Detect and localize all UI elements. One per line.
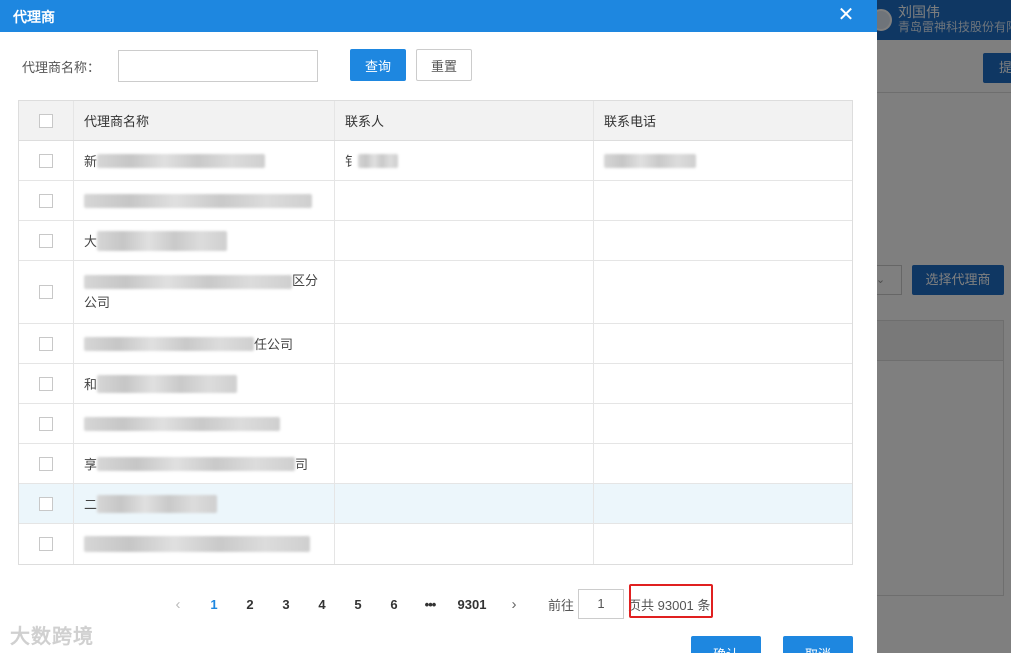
table-header: 代理商名称 联系人 联系电话 — [19, 101, 852, 141]
page-button-6[interactable]: 6 — [376, 597, 412, 612]
row-checkbox[interactable] — [39, 336, 53, 351]
table-row[interactable]: 区分 公司 — [19, 261, 852, 324]
watermark-text: 大数跨境 — [10, 626, 94, 648]
table-row[interactable]: 享司 — [19, 444, 852, 484]
select-all-cell — [19, 101, 74, 140]
table-row[interactable]: 任公司 — [19, 324, 852, 364]
goto-page-input[interactable]: 1 — [578, 589, 625, 619]
search-bar: 代理商名称： 查询 重置 — [0, 48, 877, 82]
agent-name-text: 新 — [84, 154, 98, 169]
page-button-last[interactable]: 9301 — [448, 597, 496, 612]
redacted-text — [97, 153, 266, 168]
table-row[interactable]: 大 — [19, 221, 852, 261]
agent-name-text: 任公司 — [254, 337, 294, 352]
table-row[interactable]: 二 — [19, 484, 852, 524]
row-checkbox[interactable] — [39, 537, 53, 551]
goto-label: 前往 — [548, 597, 575, 613]
column-header-phone: 联系电话 — [604, 114, 657, 129]
agent-name-text: 大 — [84, 234, 98, 249]
table-row[interactable] — [19, 404, 852, 444]
column-header-agent-name: 代理商名称 — [74, 101, 335, 140]
cancel-button[interactable]: 取消 — [783, 636, 853, 653]
redacted-text — [97, 374, 238, 393]
agent-name-text-line2: 公司 — [84, 295, 111, 310]
agent-name-label: 代理商名称： — [22, 60, 101, 75]
agent-name-input[interactable] — [118, 50, 318, 82]
more-pages-button[interactable]: ••• — [412, 597, 448, 612]
row-checkbox[interactable] — [39, 153, 53, 168]
row-checkbox[interactable] — [39, 233, 53, 248]
table-row[interactable] — [19, 181, 852, 221]
query-button[interactable]: 查询 — [350, 49, 406, 81]
redacted-text — [84, 336, 254, 351]
row-checkbox[interactable] — [39, 416, 53, 431]
page-button-1[interactable]: 1 — [196, 597, 232, 612]
redacted-text — [97, 494, 218, 513]
close-icon[interactable]: ✕ — [836, 5, 856, 25]
page-button-4[interactable]: 4 — [304, 597, 340, 612]
prev-page-button[interactable]: ‹ — [160, 596, 196, 613]
redacted-phone — [604, 153, 696, 168]
agent-dialog: 代理商 ✕ 代理商名称： 查询 重置 代理商名称 联系人 联系电话 新 钅 大 … — [0, 0, 877, 653]
confirm-button[interactable]: 确认 — [691, 636, 761, 653]
redacted-text — [358, 153, 399, 168]
agent-name-text: 区分 — [292, 273, 319, 288]
agent-name-text: 和 — [84, 377, 98, 392]
agent-table: 代理商名称 联系人 联系电话 新 钅 大 区分 公司 任公司 和 享 司 二 — [18, 100, 853, 565]
agent-name-text: 二 — [84, 497, 98, 512]
pagination: ‹ 1 2 3 4 5 6 ••• 9301 › 前往 1 页共 93001 条 — [160, 588, 710, 620]
watermark: 大数跨境 — [10, 620, 94, 649]
reset-button[interactable]: 重置 — [416, 49, 472, 81]
redacted-text — [84, 274, 292, 289]
select-all-checkbox[interactable] — [39, 113, 53, 128]
table-row[interactable]: 新 钅 — [19, 141, 852, 181]
table-row[interactable] — [19, 524, 852, 564]
row-checkbox[interactable] — [39, 456, 53, 471]
row-checkbox[interactable] — [39, 496, 53, 511]
redacted-text — [84, 416, 280, 431]
page-button-3[interactable]: 3 — [268, 597, 304, 612]
table-row[interactable]: 和 — [19, 364, 852, 404]
redacted-text — [84, 536, 310, 552]
row-checkbox[interactable] — [39, 376, 53, 391]
row-checkbox[interactable] — [39, 285, 53, 299]
next-page-button[interactable]: › — [496, 596, 532, 613]
page-button-2[interactable]: 2 — [232, 597, 268, 612]
column-header-contact: 联系人 — [335, 101, 594, 140]
agent-name-text: 司 — [295, 457, 309, 472]
redacted-text — [84, 193, 312, 208]
dialog-title: 代理商 — [13, 9, 55, 25]
contact-text: 钅 — [345, 154, 359, 169]
row-checkbox[interactable] — [39, 193, 53, 208]
page-button-5[interactable]: 5 — [340, 597, 376, 612]
agent-name-text: 享 — [84, 457, 98, 472]
redacted-text — [97, 230, 228, 251]
highlight-box — [629, 584, 713, 618]
dialog-header: 代理商 ✕ — [0, 0, 877, 32]
redacted-text — [97, 456, 296, 471]
